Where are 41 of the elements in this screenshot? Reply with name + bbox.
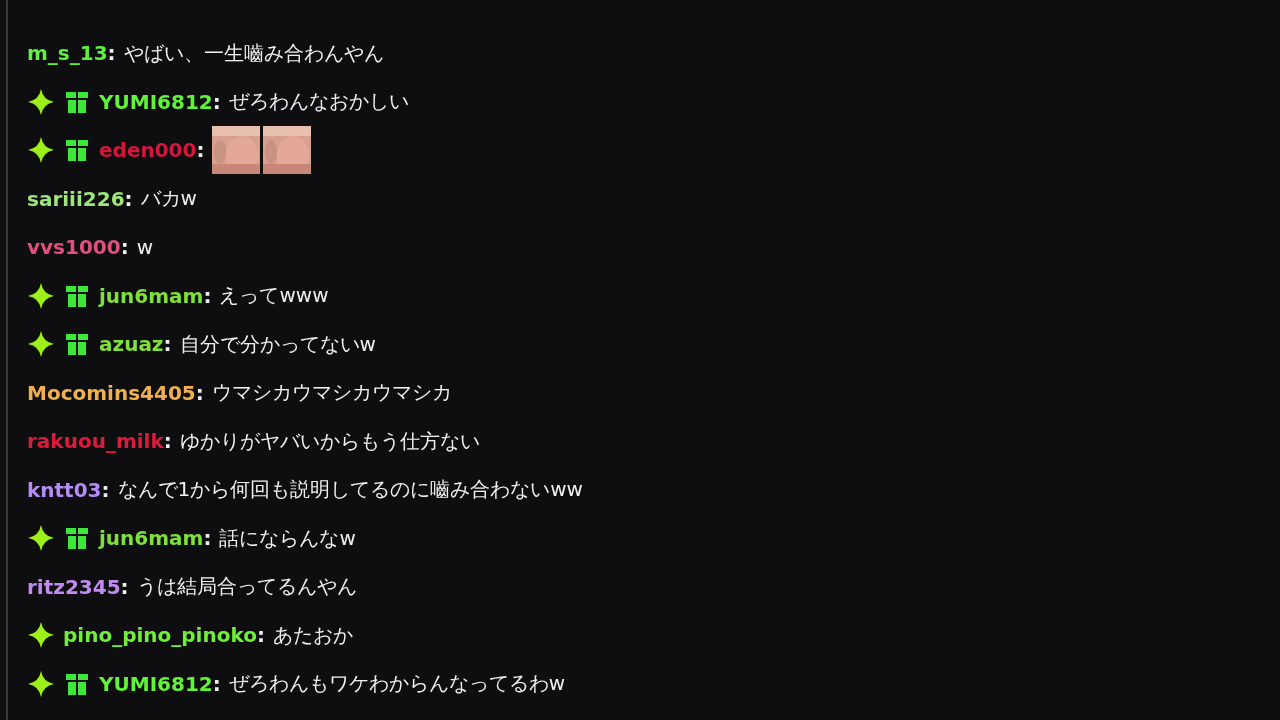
chat-message: 話にならんなw — [219, 524, 356, 552]
colon: : — [256, 623, 265, 648]
colon: : — [196, 138, 205, 163]
username[interactable]: Mocomins4405 — [27, 380, 196, 405]
colon: : — [203, 526, 212, 551]
chat-message: えってwww — [219, 282, 329, 310]
username[interactable]: kntt03 — [27, 477, 102, 502]
colon: : — [101, 477, 110, 502]
chat-message: ゆかりがヤバいからもう仕方ない — [179, 427, 480, 455]
chat-message: なんで1から何回も説明してるのに嚙み合わないww — [117, 476, 583, 504]
colon: : — [163, 429, 172, 454]
colon: : — [120, 235, 129, 260]
colon: : — [107, 41, 116, 66]
colon: : — [195, 380, 204, 405]
chat-message: w — [136, 235, 153, 260]
colon: : — [163, 332, 172, 357]
chat-message: あたおか — [272, 621, 353, 649]
username[interactable]: m_s_13 — [27, 41, 108, 66]
chat-message: ウマシカウマシカウマシカ — [211, 379, 452, 407]
username[interactable]: jun6mam — [99, 283, 204, 308]
username[interactable]: YUMI6812 — [99, 671, 213, 696]
chat-message: やばい、一生嚙み合わんやん — [123, 39, 384, 67]
colon: : — [212, 89, 221, 114]
chat-message: ぜろわんもワケわからんなってるわw — [228, 670, 566, 698]
username[interactable]: eden000 — [99, 138, 197, 163]
username[interactable]: ritz2345 — [27, 574, 121, 599]
chat-message: 自分で分かってないw — [179, 330, 376, 358]
username[interactable]: azuaz — [99, 332, 164, 357]
colon: : — [124, 186, 133, 211]
username[interactable]: pino_pino_pinoko — [63, 623, 257, 648]
colon: : — [203, 283, 212, 308]
username[interactable]: jun6mam — [99, 526, 204, 551]
colon: : — [120, 574, 129, 599]
chat-message: バカw — [140, 185, 197, 213]
username[interactable]: sariii226 — [27, 186, 125, 211]
username[interactable]: YUMI6812 — [99, 89, 213, 114]
colon: : — [212, 671, 221, 696]
chat-message: ぜろわんなおかしい — [228, 88, 409, 116]
username[interactable]: rakuou_milk — [27, 429, 164, 454]
username[interactable]: vvs1000 — [27, 235, 121, 260]
chat-message: うは結局合ってるんやん — [136, 573, 357, 601]
